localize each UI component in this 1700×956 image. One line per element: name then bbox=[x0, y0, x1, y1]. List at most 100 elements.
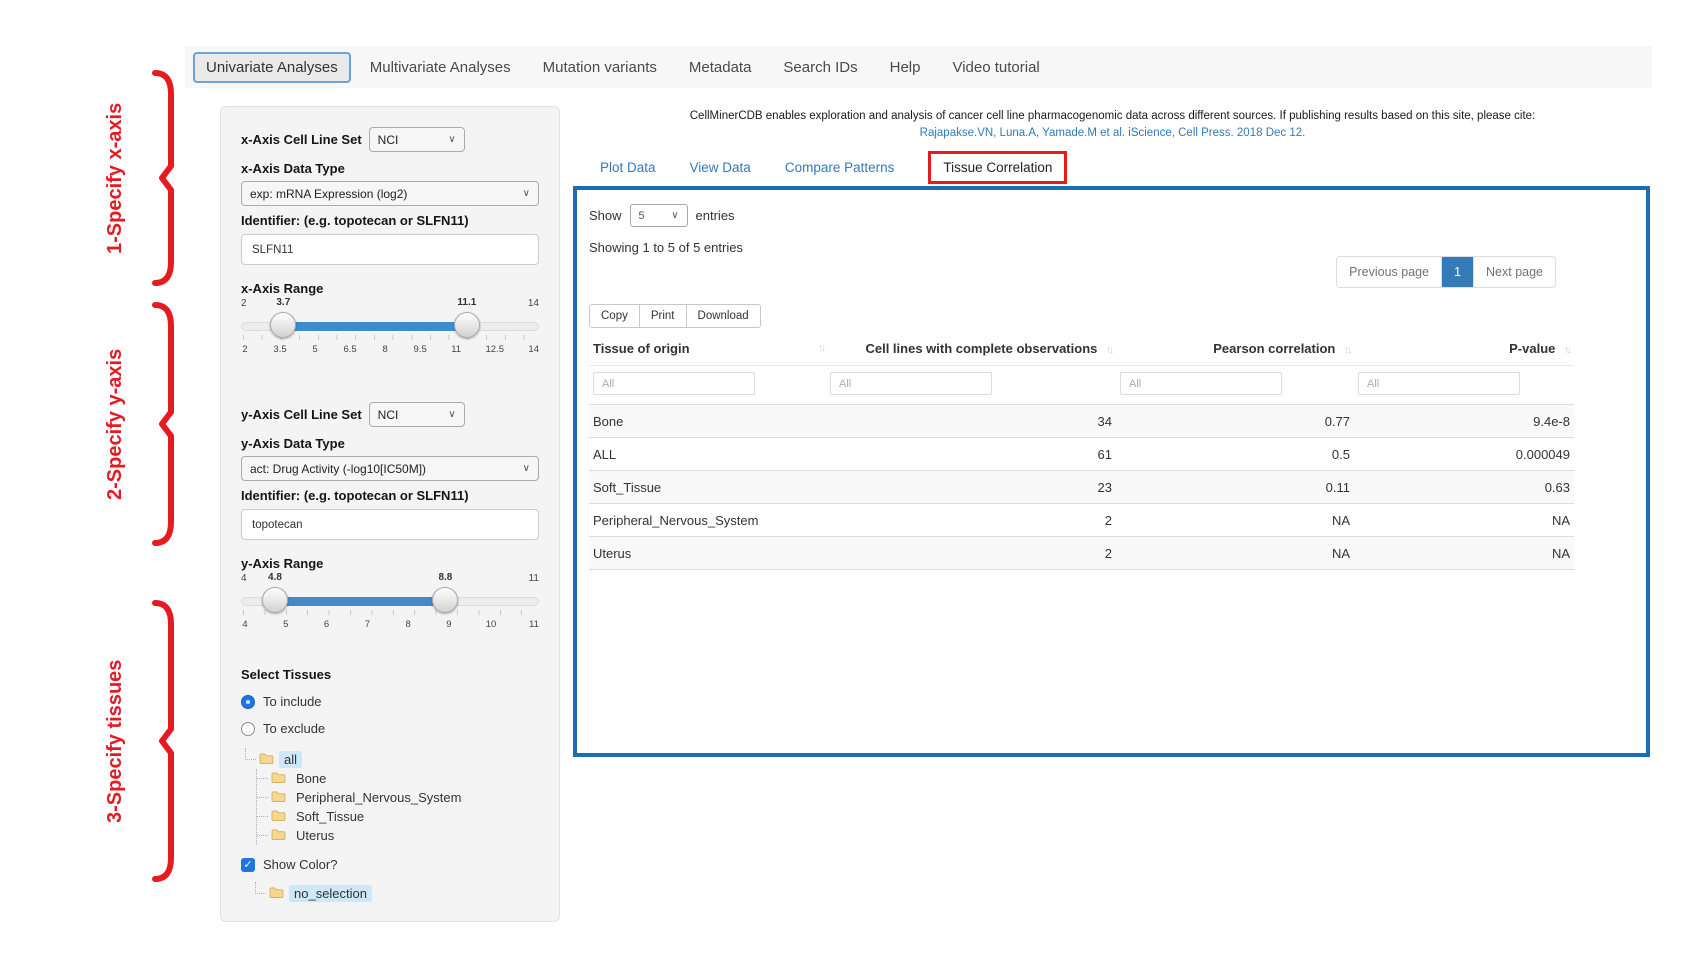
column-header-tissue-of-origin[interactable]: Tissue of origin ↑↓ bbox=[589, 332, 826, 366]
tissue-correlation-panel: Show 5 ∨ entries Showing 1 to 5 of 5 ent… bbox=[573, 186, 1650, 757]
tree-node-soft-tissue[interactable]: Soft_Tissue bbox=[257, 807, 539, 826]
y-axis-cell-line-set-row: y-Axis Cell Line Set NCI ∨ bbox=[241, 402, 539, 427]
nav-tab-univariate-analyses[interactable]: Univariate Analyses bbox=[193, 52, 351, 83]
select-tissues-label: Select Tissues bbox=[241, 667, 539, 682]
cell-p-value: 9.4e-8 bbox=[1354, 405, 1574, 438]
tick-label: 9 bbox=[445, 619, 453, 630]
y-axis-range-slider[interactable]: 4 11 4.8 8.8 4 5 6 7 8 9 10 11 bbox=[241, 573, 539, 653]
slider-handle-from[interactable] bbox=[270, 312, 296, 338]
slider-from-value: 4.8 bbox=[268, 572, 282, 583]
x-axis-data-type-select[interactable]: exp: mRNA Expression (log2) ∨ bbox=[241, 181, 539, 206]
slider-tick-marks bbox=[243, 610, 537, 615]
x-axis-cell-line-set-label: x-Axis Cell Line Set bbox=[241, 132, 362, 147]
show-color-option[interactable]: ✓ Show Color? bbox=[241, 857, 539, 872]
filter-input-tissue[interactable] bbox=[593, 372, 755, 395]
copy-button[interactable]: Copy bbox=[589, 304, 640, 328]
y-axis-identifier-input[interactable] bbox=[241, 509, 539, 540]
column-header-pearson-correlation[interactable]: Pearson correlation ↑↓ bbox=[1116, 332, 1354, 366]
column-header-cell-lines[interactable]: Cell lines with complete observations ↑↓ bbox=[826, 332, 1116, 366]
cell-tissue: Peripheral_Nervous_System bbox=[589, 504, 826, 537]
subtab-compare-patterns[interactable]: Compare Patterns bbox=[785, 160, 895, 175]
page-number-button[interactable]: 1 bbox=[1442, 257, 1474, 287]
folder-icon bbox=[271, 828, 286, 844]
print-button[interactable]: Print bbox=[640, 304, 687, 328]
cell-correlation: 0.11 bbox=[1116, 471, 1354, 504]
tree-node-uterus[interactable]: Uterus bbox=[257, 826, 539, 845]
cell-count: 2 bbox=[826, 504, 1116, 537]
column-label: Cell lines with complete observations bbox=[865, 341, 1097, 356]
subtab-tissue-correlation[interactable]: Tissue Correlation bbox=[928, 151, 1067, 184]
tree-node-bone[interactable]: Bone bbox=[257, 769, 539, 788]
filter-input-p-value[interactable] bbox=[1358, 372, 1520, 395]
tick-label: 6 bbox=[323, 619, 331, 630]
folder-icon bbox=[269, 886, 284, 902]
y-axis-cell-line-set-select[interactable]: NCI ∨ bbox=[369, 402, 465, 427]
tree-node-peripheral-nervous-system[interactable]: Peripheral_Nervous_System bbox=[257, 788, 539, 807]
annotation-step-1-label: 1-Specify x-axis bbox=[88, 68, 142, 288]
red-bracket-2 bbox=[146, 300, 176, 548]
checkbox-checked-icon[interactable]: ✓ bbox=[241, 858, 255, 872]
citation-text: CellMinerCDB enables exploration and ana… bbox=[575, 108, 1650, 125]
filter-input-pearson[interactable] bbox=[1120, 372, 1282, 395]
slider-from-value: 3.7 bbox=[276, 297, 290, 308]
color-selection-tree: no_selection bbox=[251, 884, 539, 903]
tick-label: 11 bbox=[529, 619, 539, 630]
y-axis-data-type-value: act: Drug Activity (-log10[IC50M]) bbox=[250, 462, 426, 476]
show-label: Show bbox=[589, 208, 622, 223]
column-header-p-value[interactable]: P-value ↑↓ bbox=[1354, 332, 1574, 366]
tree-node-label: Soft_Tissue bbox=[291, 808, 369, 825]
show-color-label: Show Color? bbox=[263, 857, 337, 872]
x-axis-cell-line-set-row: x-Axis Cell Line Set NCI ∨ bbox=[241, 127, 539, 152]
subtab-view-data[interactable]: View Data bbox=[690, 160, 751, 175]
column-label: Tissue of origin bbox=[593, 341, 690, 356]
nav-tab-mutation-variants[interactable]: Mutation variants bbox=[530, 52, 670, 83]
subtab-plot-data[interactable]: Plot Data bbox=[600, 160, 656, 175]
table-row: Soft_Tissue 23 0.11 0.63 bbox=[589, 471, 1574, 504]
to-include-label: To include bbox=[263, 694, 322, 709]
to-include-option[interactable]: To include bbox=[241, 694, 539, 709]
tick-label: 9.5 bbox=[414, 344, 427, 355]
nav-tab-help[interactable]: Help bbox=[877, 52, 934, 83]
nav-tab-search-ids[interactable]: Search IDs bbox=[770, 52, 870, 83]
red-bracket-3 bbox=[146, 598, 176, 884]
page-length-value: 5 bbox=[639, 210, 645, 222]
filter-input-cell-lines[interactable] bbox=[830, 372, 992, 395]
nav-tab-video-tutorial[interactable]: Video tutorial bbox=[939, 52, 1052, 83]
chevron-down-icon: ∨ bbox=[671, 210, 678, 221]
x-axis-range-slider[interactable]: 2 14 3.7 11.1 2 3.5 5 6.5 8 9.5 11 12.5 … bbox=[241, 298, 539, 378]
table-filter-row bbox=[589, 366, 1574, 405]
citation-reference-link[interactable]: Rajapakse.VN, Luna.A, Yamade.M et al. iS… bbox=[575, 125, 1650, 142]
nav-tab-metadata[interactable]: Metadata bbox=[676, 52, 765, 83]
tree-node-no-selection[interactable]: no_selection bbox=[251, 884, 539, 903]
slider-handle-from[interactable] bbox=[262, 587, 288, 613]
slider-handle-to[interactable] bbox=[432, 587, 458, 613]
download-button[interactable]: Download bbox=[687, 304, 761, 328]
x-axis-cell-line-set-select[interactable]: NCI ∨ bbox=[369, 127, 465, 152]
sort-icon[interactable]: ↑↓ bbox=[1564, 345, 1570, 356]
radio-selected-icon[interactable] bbox=[241, 695, 255, 709]
tree-node-all[interactable]: all bbox=[241, 750, 539, 769]
slider-max-label: 14 bbox=[528, 298, 539, 309]
annotation-step-3-label: 3-Specify tissues bbox=[88, 598, 142, 884]
slider-min-label: 2 bbox=[241, 298, 247, 309]
to-exclude-option[interactable]: To exclude bbox=[241, 721, 539, 736]
annotation-step-3: 3-Specify tissues bbox=[88, 598, 176, 884]
previous-page-button[interactable]: Previous page bbox=[1337, 257, 1442, 287]
pagination: Previous page 1 Next page bbox=[1336, 256, 1556, 288]
chevron-down-icon: ∨ bbox=[448, 134, 455, 145]
chevron-down-icon: ∨ bbox=[523, 463, 530, 474]
showing-entries-status: Showing 1 to 5 of 5 entries bbox=[589, 240, 743, 255]
page-length-select[interactable]: 5 ∨ bbox=[630, 204, 688, 227]
sort-icon[interactable]: ↑↓ bbox=[1106, 345, 1112, 356]
sort-icon[interactable]: ↑↓ bbox=[1344, 345, 1350, 356]
column-label: Pearson correlation bbox=[1213, 341, 1335, 356]
y-axis-data-type-select[interactable]: act: Drug Activity (-log10[IC50M]) ∨ bbox=[241, 456, 539, 481]
tick-label: 7 bbox=[363, 619, 371, 630]
tick-label: 8 bbox=[381, 344, 389, 355]
nav-tab-multivariate-analyses[interactable]: Multivariate Analyses bbox=[357, 52, 524, 83]
slider-handle-to[interactable] bbox=[454, 312, 480, 338]
sort-icon[interactable]: ↑↓ bbox=[818, 343, 824, 354]
radio-unselected-icon[interactable] bbox=[241, 722, 255, 736]
x-axis-identifier-input[interactable] bbox=[241, 234, 539, 265]
next-page-button[interactable]: Next page bbox=[1474, 257, 1555, 287]
